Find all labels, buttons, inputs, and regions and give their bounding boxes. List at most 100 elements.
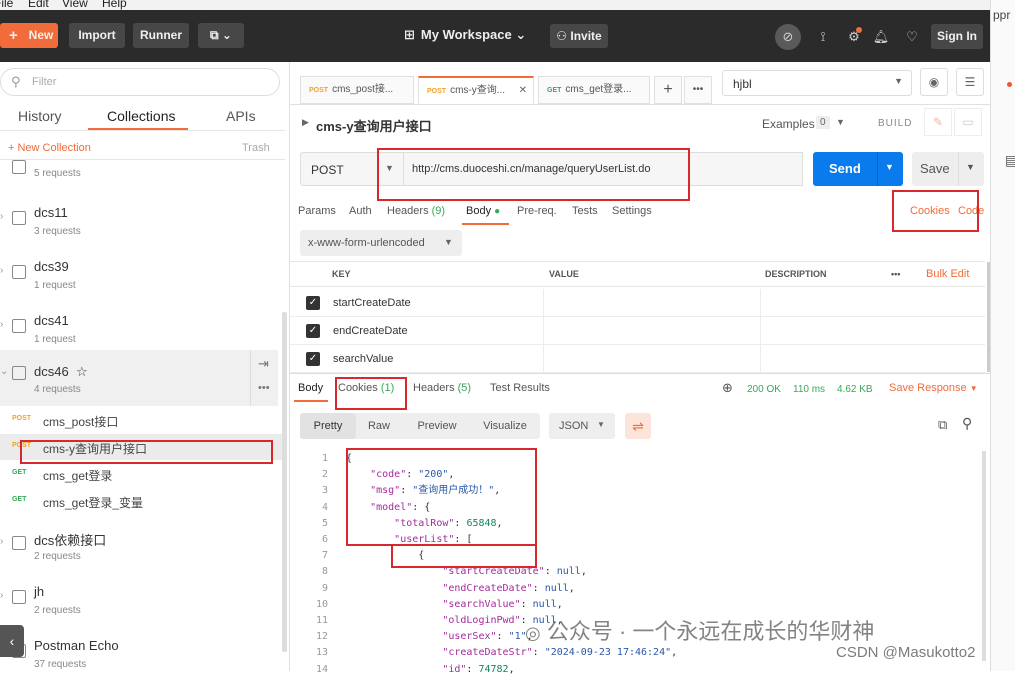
sync-off-icon[interactable]: ⊘ [775, 24, 801, 50]
save-response-button[interactable]: Save Response ▼ [889, 382, 978, 394]
tab-apis[interactable]: APIs [226, 108, 256, 124]
bulk-edit-link[interactable]: Bulk Edit [926, 261, 969, 287]
filter-input[interactable]: ⚲ Filter [0, 68, 280, 96]
import-button[interactable]: Import [69, 23, 125, 48]
new-window-button[interactable]: ⧉ ⌄ [198, 23, 244, 48]
line-number: 11 [315, 615, 328, 626]
tab-params[interactable]: Params [298, 205, 336, 217]
more-tabs-button[interactable]: ••• [684, 76, 712, 104]
eye-icon[interactable]: ◉ [920, 68, 948, 96]
bell-icon[interactable]: 🔔︎ [868, 24, 894, 50]
collection-item[interactable]: › dcs41 1 request [0, 303, 278, 357]
arrow-right-icon[interactable]: ⇥ [258, 356, 269, 372]
more-icon[interactable]: ••• [258, 382, 270, 394]
response-tab-body[interactable]: Body [298, 382, 323, 394]
tab-body[interactable]: Body ● [466, 205, 500, 217]
tab-prereq[interactable]: Pre-req. [517, 205, 557, 217]
tab-history[interactable]: History [18, 108, 62, 124]
collection-item[interactable]: Postman Echo 37 requests [0, 628, 278, 682]
view-raw[interactable]: Raw [356, 413, 402, 439]
heart-icon[interactable]: ♡ [899, 24, 925, 50]
view-visualize[interactable]: Visualize [474, 413, 536, 439]
workspace-selector[interactable]: ⊞ My Workspace ⌄ [404, 27, 526, 43]
code-token: , [580, 566, 587, 578]
view-pretty[interactable]: Pretty [300, 413, 356, 439]
menu-view[interactable]: View [62, 0, 88, 10]
scrollbar[interactable] [282, 312, 287, 652]
interceptor-icon[interactable]: ⟟ [810, 24, 836, 50]
collection-item[interactable]: › dcs依赖接口 2 requests [0, 520, 278, 574]
request-tab[interactable]: POST cms_post接... [300, 76, 414, 104]
chevron-right-icon[interactable]: ▶ [302, 117, 309, 128]
globe-icon[interactable]: ⊕ [722, 380, 733, 396]
collapse-sidebar-button[interactable]: ‹ [0, 625, 24, 657]
wrap-lines-icon[interactable]: ⇌ [625, 413, 651, 439]
tab-tests[interactable]: Tests [572, 205, 598, 217]
star-icon[interactable]: ☆ [76, 364, 88, 379]
tab-auth[interactable]: Auth [349, 205, 372, 217]
view-preview[interactable]: Preview [408, 413, 466, 439]
examples-label[interactable]: Examples [762, 117, 815, 131]
response-tab-headers[interactable]: Headers (5) [413, 382, 471, 394]
code-token: "searchValue" [442, 598, 521, 610]
request-item[interactable]: GET cms_get登录_变量 [0, 488, 285, 514]
request-item[interactable]: POST cms_post接口 [0, 407, 285, 433]
collection-item[interactable]: 5 requests [0, 146, 278, 200]
menu-help[interactable]: Help [102, 0, 127, 10]
kv-header-row [290, 261, 985, 287]
collection-item[interactable]: › jh 2 requests [0, 574, 278, 628]
line-number: 9 [321, 582, 328, 594]
scrollbar[interactable] [987, 262, 990, 372]
sliders-icon[interactable]: ☰ [956, 68, 984, 96]
comment-icon[interactable]: ▭ [954, 108, 982, 136]
tab-collections[interactable]: Collections [107, 108, 175, 124]
request-tab-active[interactable]: POST cms-y查询... ✕ [418, 76, 534, 104]
divider [290, 373, 990, 374]
settings-icon[interactable]: ⚙ [841, 24, 867, 50]
format-select[interactable]: JSON ▼ [549, 413, 615, 439]
body-type-select[interactable]: x-www-form-urlencoded ▼ [300, 230, 462, 256]
menu-file[interactable]: File [0, 0, 13, 10]
response-tab-tests[interactable]: Test Results [490, 382, 550, 394]
build-label[interactable]: BUILD [878, 118, 912, 129]
request-item[interactable]: GET cms_get登录 [0, 461, 285, 487]
collection-item-expanded[interactable]: ⌄ dcs46 ☆ 4 requests ⇥ ••• [0, 350, 278, 406]
divider [958, 152, 959, 186]
search-icon[interactable]: ⚲ [962, 415, 972, 432]
scrollbar[interactable] [982, 451, 986, 661]
tab-settings[interactable]: Settings [612, 205, 652, 217]
caret-down-icon[interactable]: ▼ [836, 117, 845, 127]
checkbox[interactable]: ✓ [306, 324, 320, 338]
copy-icon[interactable]: ⧉ [938, 417, 947, 433]
new-tab-button[interactable]: + [654, 76, 682, 104]
collection-item[interactable]: › dcs39 1 request [0, 249, 278, 303]
request-tab[interactable]: GET cms_get登录... [538, 76, 650, 104]
checkbox[interactable]: ✓ [306, 296, 320, 310]
request-title[interactable]: cms-y查询用户接口 [316, 116, 432, 135]
response-size[interactable]: 4.62 KB [837, 384, 873, 395]
line-number: 3 [321, 485, 328, 497]
status-code[interactable]: 200 OK [747, 384, 781, 395]
response-time[interactable]: 110 ms [793, 384, 825, 395]
code-line: "id": 74782, [346, 662, 514, 678]
environment-select[interactable]: hjbl ▼ [722, 70, 912, 96]
save-button[interactable]: Save ▼ [912, 152, 984, 186]
code-line: "endCreateDate": null, [346, 581, 574, 597]
checkbox[interactable]: ✓ [306, 352, 320, 366]
more-icon[interactable]: ••• [891, 261, 900, 287]
send-button[interactable]: Send ▼ [813, 152, 903, 186]
code-token: "endCreateDate" [442, 582, 533, 594]
new-button[interactable]: + New [0, 23, 58, 48]
chevron-down-icon: ⌄ [515, 27, 527, 42]
sign-in-button[interactable]: Sign In [931, 24, 983, 49]
tab-headers[interactable]: Headers (9) [387, 205, 445, 217]
close-icon[interactable]: ✕ [519, 78, 527, 103]
menu-edit[interactable]: Edit [28, 0, 49, 10]
invite-button[interactable]: ⚇ Invite [550, 24, 608, 48]
code-token: 74782 [478, 663, 509, 675]
runner-button[interactable]: Runner [133, 23, 189, 48]
edit-icon[interactable]: ✎ [924, 108, 952, 136]
collection-item[interactable]: › dcs11 3 requests [0, 195, 278, 249]
